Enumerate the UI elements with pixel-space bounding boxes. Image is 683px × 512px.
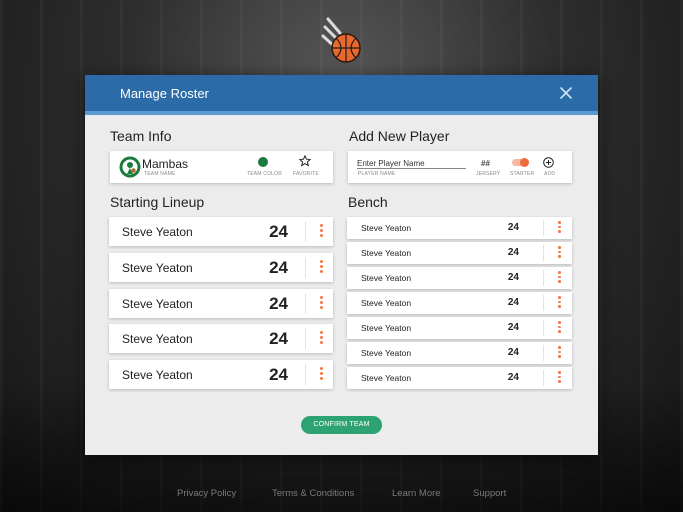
row-divider (305, 221, 306, 242)
kebab-menu-icon[interactable] (557, 321, 562, 335)
row-divider (305, 293, 306, 314)
team-info-card: Mambas TEAM NAME TEAM COLOR FAVORITE (110, 151, 333, 183)
player-number: 24 (507, 322, 519, 333)
close-icon[interactable] (556, 83, 576, 103)
player-number: 24 (269, 222, 288, 241)
team-name[interactable]: Mambas (142, 157, 188, 171)
row-divider (543, 295, 544, 311)
bench-row[interactable]: Steve Yeaton 24 (347, 292, 572, 314)
row-divider (543, 370, 544, 386)
jersey-number-field[interactable]: ## (481, 159, 490, 168)
player-name: Steve Yeaton (122, 225, 193, 239)
row-divider (305, 257, 306, 278)
kebab-menu-icon[interactable] (557, 221, 562, 235)
bench-row[interactable]: Steve Yeaton 24 (347, 317, 572, 339)
add-player-heading: Add New Player (349, 128, 450, 144)
team-name-caption: TEAM NAME (144, 171, 176, 177)
starting-lineup-heading: Starting Lineup (110, 194, 205, 210)
bench-row[interactable]: Steve Yeaton 24 (347, 217, 572, 239)
modal-title: Manage Roster (120, 86, 209, 101)
player-name: Steve Yeaton (361, 373, 412, 383)
kebab-menu-icon[interactable] (557, 346, 562, 360)
team-color-swatch[interactable] (258, 157, 268, 167)
player-name: Steve Yeaton (361, 348, 412, 358)
kebab-menu-icon[interactable] (318, 331, 324, 347)
kebab-menu-icon[interactable] (318, 296, 324, 312)
team-color-caption: TEAM COLOR (247, 171, 283, 177)
row-divider (543, 270, 544, 286)
footer-link-support[interactable]: Support (473, 488, 506, 499)
player-number: 24 (507, 222, 519, 233)
player-name: Steve Yeaton (122, 297, 193, 311)
kebab-menu-icon[interactable] (318, 224, 324, 240)
player-name: Steve Yeaton (361, 298, 412, 308)
modal-header: Manage Roster (85, 75, 598, 115)
add-caption: ADD (544, 171, 556, 177)
kebab-menu-icon[interactable] (318, 367, 324, 383)
footer-link-learn-more[interactable]: Learn More (392, 488, 441, 499)
player-name: Steve Yeaton (361, 323, 412, 333)
plus-circle-icon[interactable] (543, 157, 554, 168)
row-divider (543, 345, 544, 361)
bench-row[interactable]: Steve Yeaton 24 (347, 267, 572, 289)
team-info-heading: Team Info (110, 128, 172, 144)
player-name: Steve Yeaton (361, 223, 412, 233)
player-name-input[interactable] (357, 158, 466, 169)
starter-row[interactable]: Steve Yeaton 24 (109, 360, 333, 389)
player-number: 24 (507, 272, 519, 283)
player-number: 24 (507, 372, 519, 383)
bench-heading: Bench (348, 194, 388, 210)
kebab-menu-icon[interactable] (557, 246, 562, 260)
player-name: Steve Yeaton (122, 261, 193, 275)
footer-link-privacy[interactable]: Privacy Policy (177, 488, 236, 499)
confirm-team-button[interactable]: CONFIRM TEAM (301, 416, 382, 434)
player-name: Steve Yeaton (122, 368, 193, 382)
basketball-logo-icon (321, 17, 361, 63)
player-number: 24 (507, 247, 519, 258)
add-player-card: PLAYER NAME ## JERSERY STARTER ADD (348, 151, 572, 183)
player-number: 24 (269, 365, 288, 384)
jersey-caption: JERSERY (476, 171, 501, 177)
player-number: 24 (269, 258, 288, 277)
celtics-logo-icon (119, 156, 141, 178)
starter-caption: STARTER (510, 171, 535, 177)
player-name: Steve Yeaton (122, 332, 193, 346)
favorite-caption: FAVORITE (293, 171, 319, 177)
player-number: 24 (269, 329, 288, 348)
toggle-knob (520, 158, 529, 167)
footer-link-terms[interactable]: Terms & Conditions (272, 488, 354, 499)
bench-row[interactable]: Steve Yeaton 24 (347, 367, 572, 389)
bench-row[interactable]: Steve Yeaton 24 (347, 342, 572, 364)
player-name: Steve Yeaton (361, 248, 412, 258)
player-number: 24 (507, 347, 519, 358)
starter-row[interactable]: Steve Yeaton 24 (109, 324, 333, 353)
manage-roster-modal: Manage Roster Team Info Mambas TEAM NAME… (85, 75, 598, 455)
kebab-menu-icon[interactable] (557, 296, 562, 310)
player-number: 24 (507, 297, 519, 308)
kebab-menu-icon[interactable] (557, 371, 562, 385)
star-icon[interactable] (299, 155, 311, 167)
bench-row[interactable]: Steve Yeaton 24 (347, 242, 572, 264)
starter-row[interactable]: Steve Yeaton 24 (109, 253, 333, 282)
row-divider (305, 328, 306, 349)
starter-toggle[interactable] (512, 158, 529, 167)
starter-row[interactable]: Steve Yeaton 24 (109, 289, 333, 318)
player-name-caption: PLAYER NAME (358, 171, 396, 177)
player-number: 24 (269, 294, 288, 313)
kebab-menu-icon[interactable] (557, 271, 562, 285)
starter-row[interactable]: Steve Yeaton 24 (109, 217, 333, 246)
row-divider (305, 364, 306, 385)
player-name: Steve Yeaton (361, 273, 412, 283)
row-divider (543, 320, 544, 336)
row-divider (543, 220, 544, 236)
row-divider (543, 245, 544, 261)
kebab-menu-icon[interactable] (318, 260, 324, 276)
